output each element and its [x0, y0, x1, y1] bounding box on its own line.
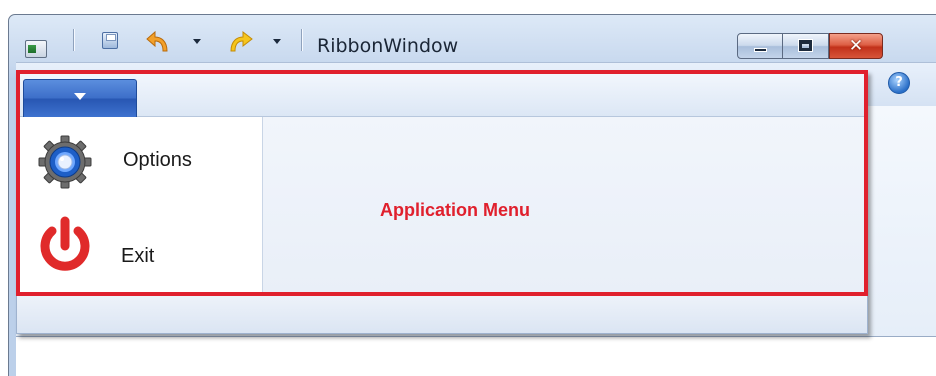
application-menu-header [17, 71, 867, 117]
maximize-icon [798, 39, 813, 52]
redo-icon[interactable] [225, 29, 253, 55]
save-icon[interactable] [97, 29, 123, 55]
recent-items-pane [263, 117, 867, 293]
window-title: RibbonWindow [317, 35, 459, 57]
undo-dropdown-icon[interactable] [191, 37, 203, 47]
toolbar-separator [301, 29, 302, 51]
close-icon: ✕ [848, 36, 864, 56]
undo-icon[interactable] [145, 29, 171, 55]
menu-items-pane: Options Exit [17, 117, 263, 293]
application-menu-button[interactable] [23, 79, 137, 117]
document-area [16, 336, 936, 376]
help-icon[interactable]: ? [888, 72, 910, 94]
annotation-label: Application Menu [380, 200, 530, 220]
toolbar-separator [73, 29, 74, 51]
screen: RibbonWindow ✕ ? Options Exit Applicatio… [0, 0, 936, 376]
menu-item-label: Exit [121, 245, 155, 267]
gear-icon [38, 135, 92, 189]
disk-shape [102, 32, 118, 49]
redo-dropdown-icon[interactable] [271, 37, 283, 47]
undo-arrow [146, 30, 168, 52]
menu-item-options[interactable]: Options [21, 125, 259, 199]
menu-item-exit[interactable]: Exit [21, 209, 259, 283]
maximize-button[interactable] [783, 33, 829, 59]
chevron-down-icon [74, 93, 86, 100]
power-icon [40, 216, 90, 271]
redo-arrow [230, 30, 253, 52]
menu-item-label: Options [123, 149, 192, 171]
minimize-icon [754, 48, 767, 52]
app-icon[interactable] [25, 40, 47, 58]
application-menu-footer [17, 293, 867, 333]
minimize-button[interactable] [737, 33, 783, 59]
close-button[interactable]: ✕ [829, 33, 883, 59]
